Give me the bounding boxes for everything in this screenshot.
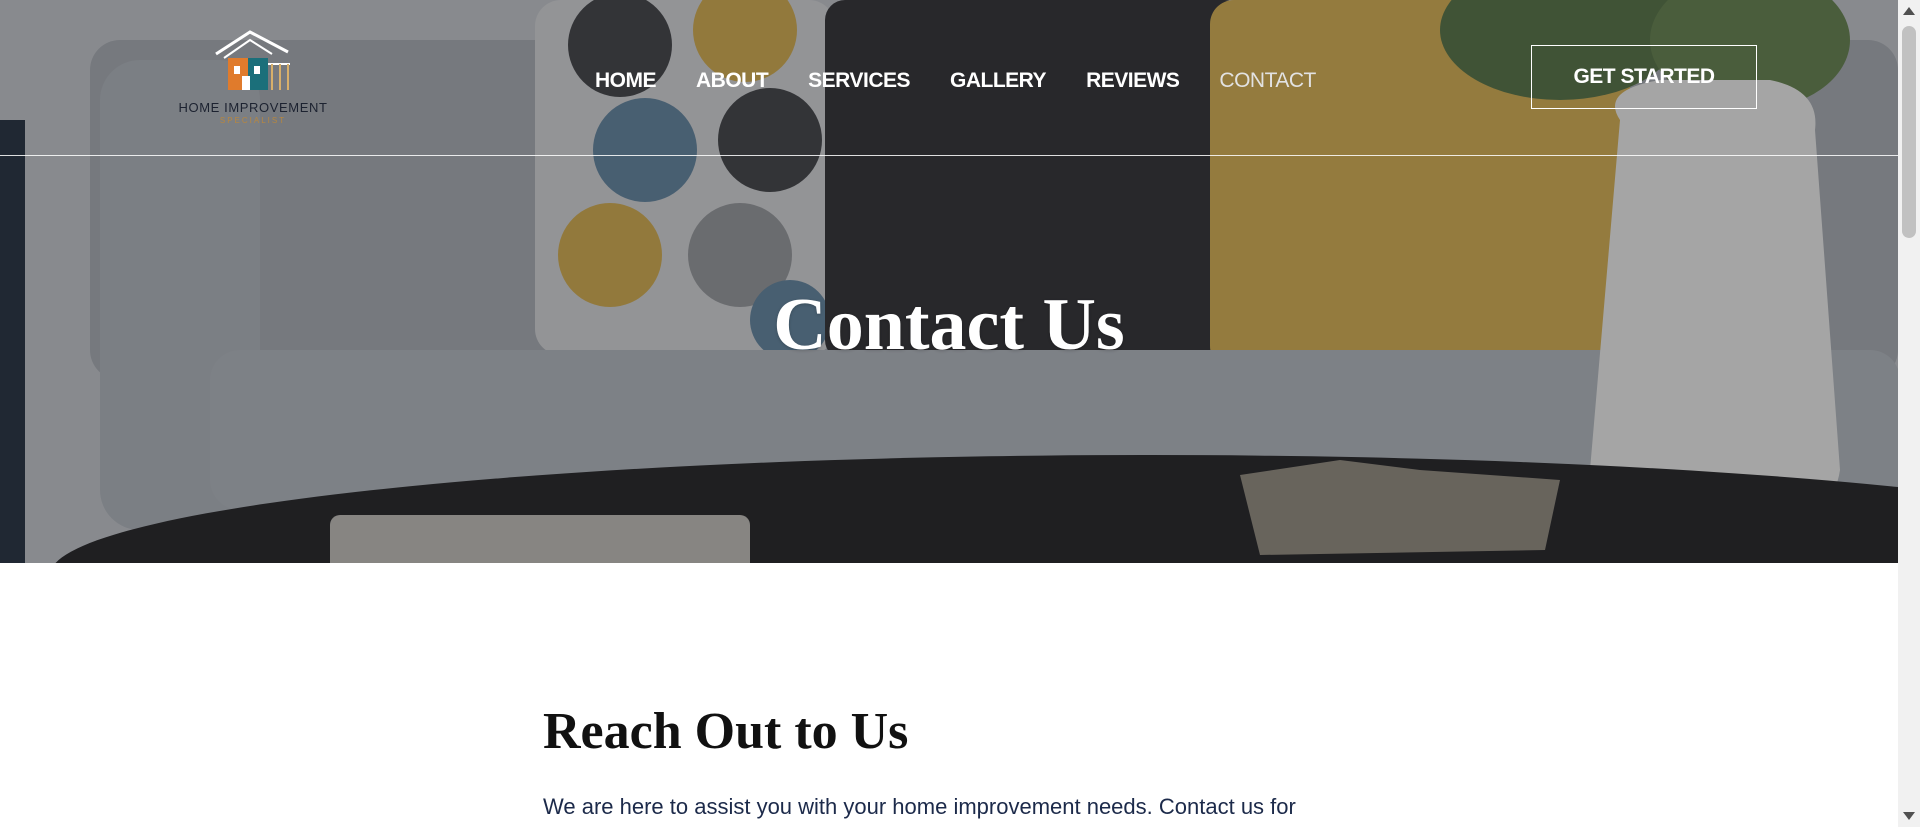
page-scrollbar[interactable]: [1898, 0, 1920, 827]
nav-item-services[interactable]: SERVICES: [808, 66, 910, 96]
scroll-down-arrow-icon[interactable]: [1903, 812, 1915, 820]
nav-item-reviews[interactable]: REVIEWS: [1086, 66, 1180, 96]
get-started-button[interactable]: GET STARTED: [1531, 45, 1757, 109]
nav-item-contact[interactable]: CONTACT: [1219, 66, 1316, 96]
nav-item-home[interactable]: HOME: [595, 66, 657, 96]
header-divider: [0, 155, 1898, 156]
nav-item-about[interactable]: ABOUT: [696, 66, 769, 96]
section-heading: Reach Out to Us: [543, 703, 909, 760]
section-intro-text: We are here to assist you with your home…: [543, 794, 1296, 819]
nav-item-gallery[interactable]: GALLERY: [950, 66, 1047, 96]
page-title: Contact Us: [773, 284, 1125, 366]
scroll-thumb[interactable]: [1902, 26, 1916, 238]
logo-tagline: SPECIALIST: [219, 116, 287, 125]
house-icon: [215, 30, 290, 90]
main-nav: HOME ABOUT SERVICES GALLERY REVIEWS CONT…: [595, 66, 1356, 96]
scroll-up-arrow-icon[interactable]: [1903, 7, 1915, 15]
site-logo[interactable]: HOME IMPROVEMENT SPECIALIST: [166, 28, 340, 128]
logo-name: HOME IMPROVEMENT: [178, 100, 328, 115]
site-header: HOME IMPROVEMENT SPECIALIST HOME ABOUT S…: [0, 0, 1898, 156]
